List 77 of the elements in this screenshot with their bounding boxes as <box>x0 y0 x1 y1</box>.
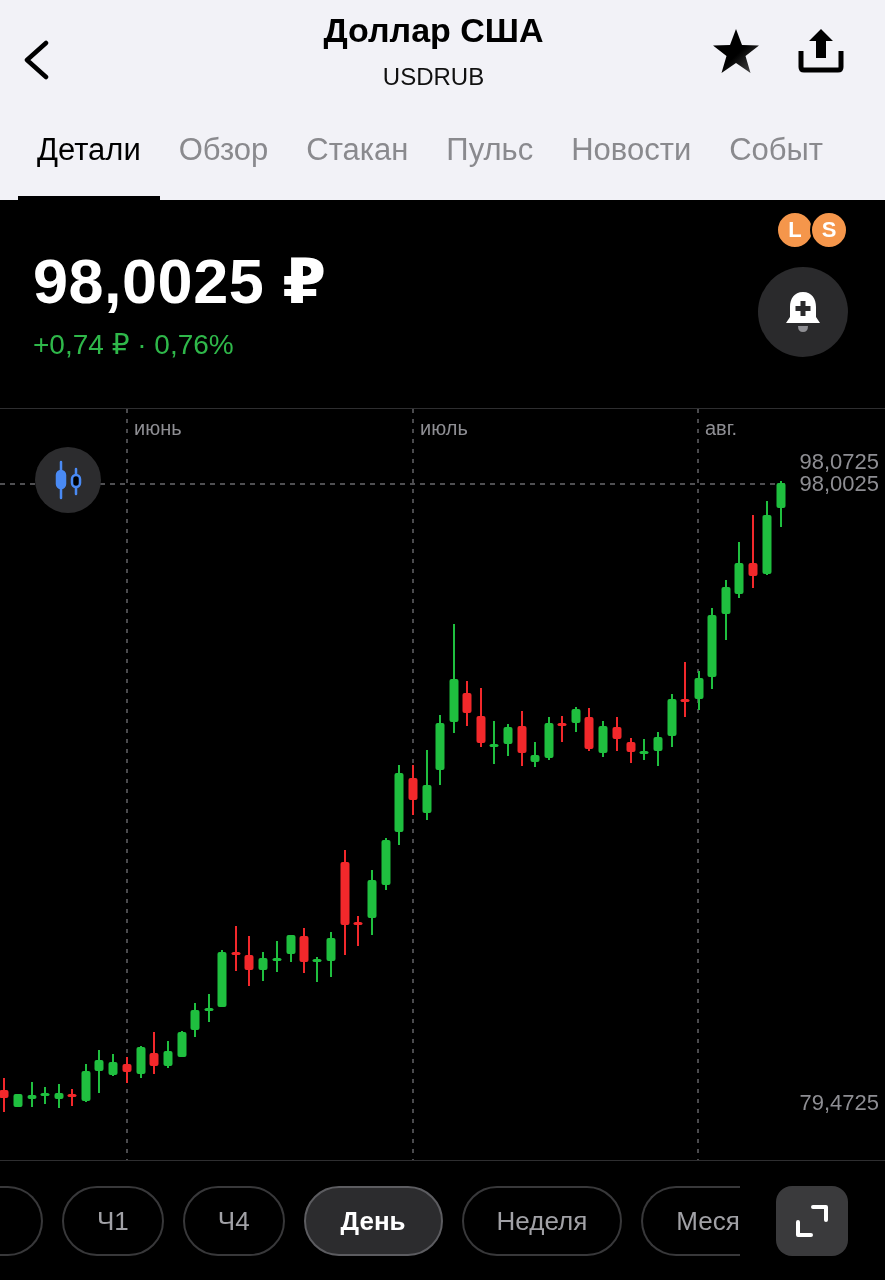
candle <box>408 764 418 816</box>
candle <box>626 737 636 764</box>
candle <box>598 720 608 758</box>
month-label: июнь <box>134 417 182 439</box>
candle <box>204 993 214 1023</box>
candle <box>694 670 704 711</box>
candle <box>286 934 296 963</box>
candle <box>476 687 486 748</box>
candle <box>667 693 677 748</box>
candle <box>489 720 499 765</box>
candle <box>108 1053 118 1077</box>
candle <box>721 579 731 641</box>
candle <box>136 1045 146 1079</box>
candle <box>272 940 282 973</box>
fullscreen-button[interactable] <box>776 1186 848 1256</box>
candle <box>217 949 227 1008</box>
month-label: июль <box>420 417 468 439</box>
price-axis-label: 98,0725 <box>799 451 879 473</box>
period-button[interactable]: Ч1 <box>62 1186 164 1256</box>
price-change: +0,74 ₽ · 0,76% <box>33 328 235 362</box>
candle <box>381 837 391 891</box>
candle <box>530 741 540 768</box>
expand-icon <box>795 1204 829 1238</box>
candle <box>149 1031 159 1075</box>
candle <box>67 1088 77 1107</box>
price-axis-label: 79,4725 <box>799 1092 879 1114</box>
candle <box>81 1063 91 1103</box>
candle <box>653 731 663 767</box>
price-axis-label: 98,0025 <box>799 473 879 495</box>
candle <box>326 931 336 978</box>
back-icon[interactable] <box>22 40 50 80</box>
tab[interactable]: Детали <box>18 120 160 200</box>
period-button[interactable]: Неделя <box>461 1186 623 1256</box>
candle <box>54 1083 64 1109</box>
candle <box>0 1077 9 1113</box>
candle <box>353 915 363 947</box>
candle <box>776 480 786 528</box>
candle <box>367 869 377 936</box>
candle <box>231 925 241 972</box>
ticker-label: USDRUB <box>382 62 485 92</box>
candle <box>258 951 268 982</box>
candle <box>557 715 567 743</box>
candle <box>422 749 432 821</box>
candle <box>299 927 309 974</box>
bell-icon <box>783 290 823 334</box>
candle <box>94 1049 104 1094</box>
candle <box>190 1002 200 1038</box>
candle <box>177 1030 187 1058</box>
candle <box>27 1081 37 1108</box>
candle <box>680 661 690 718</box>
instrument-title: Доллар США <box>323 10 544 50</box>
candle <box>122 1056 132 1084</box>
candles-icon <box>53 460 83 500</box>
candle <box>571 706 581 733</box>
candle <box>163 1040 173 1069</box>
candle <box>435 714 445 786</box>
candle <box>40 1086 50 1105</box>
candle <box>734 541 744 599</box>
candle <box>13 1093 23 1108</box>
period-button[interactable]: Меся <box>641 1186 740 1256</box>
candle <box>462 680 472 727</box>
candle <box>517 710 527 767</box>
candle <box>244 935 254 987</box>
candle <box>612 716 622 752</box>
share-icon[interactable] <box>797 27 845 73</box>
star-icon[interactable] <box>711 27 761 75</box>
month-label: авг. <box>705 417 738 439</box>
price-value: 98,0025 ₽ <box>33 246 327 316</box>
period-button[interactable]: День <box>303 1186 443 1256</box>
candle <box>503 723 513 757</box>
candle <box>639 738 649 761</box>
letter-badge: L <box>776 211 814 249</box>
candle <box>584 707 594 752</box>
candle <box>312 956 322 983</box>
letter-badge: S <box>810 211 848 249</box>
period-button[interactable]: Ч4 <box>182 1186 285 1256</box>
candle <box>544 716 554 761</box>
